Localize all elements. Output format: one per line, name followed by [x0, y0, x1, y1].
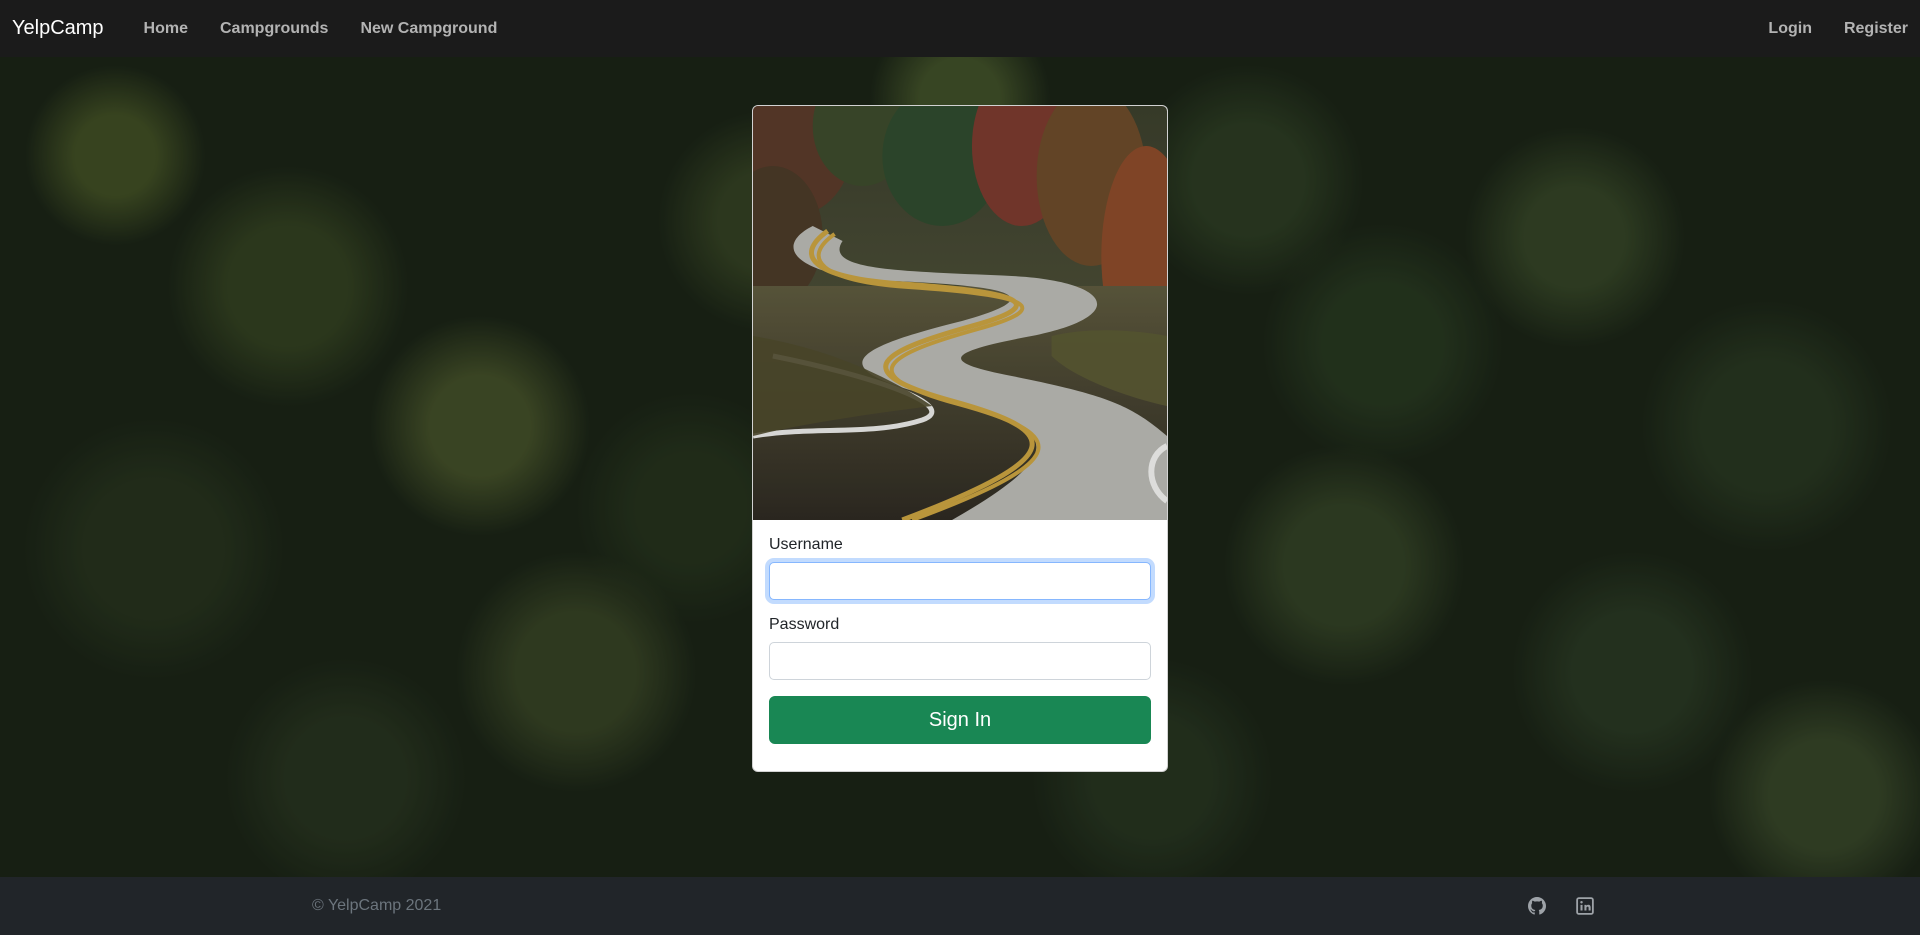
brand-logo-link[interactable]: YelpCamp [12, 17, 104, 40]
username-field-group: Username [769, 536, 1151, 600]
nav-link-home[interactable]: Home [144, 20, 188, 38]
password-label: Password [769, 616, 840, 633]
nav-auth-links: Login Register [1736, 20, 1908, 38]
password-field-group: Password [769, 616, 1151, 680]
social-links [1528, 897, 1594, 915]
username-label: Username [769, 536, 843, 553]
nav-link-login[interactable]: Login [1768, 20, 1812, 38]
nav-link-campgrounds[interactable]: Campgrounds [220, 20, 328, 38]
page-footer: © YelpCamp 2021 [0, 877, 1920, 935]
top-navbar: YelpCamp Home Campgrounds New Campground… [0, 0, 1920, 57]
copyright-text: © YelpCamp 2021 [312, 897, 442, 914]
nav-link-register[interactable]: Register [1844, 20, 1908, 38]
linkedin-icon[interactable] [1576, 897, 1594, 915]
sign-in-button[interactable]: Sign In [769, 696, 1151, 744]
password-input[interactable] [769, 642, 1151, 680]
winding-road-image [753, 106, 1167, 520]
login-form: Username Password Sign In [753, 520, 1167, 744]
login-card: Username Password Sign In [752, 105, 1168, 772]
username-input[interactable] [769, 562, 1151, 600]
nav-link-new-campground[interactable]: New Campground [360, 20, 497, 38]
github-icon[interactable] [1528, 897, 1546, 915]
